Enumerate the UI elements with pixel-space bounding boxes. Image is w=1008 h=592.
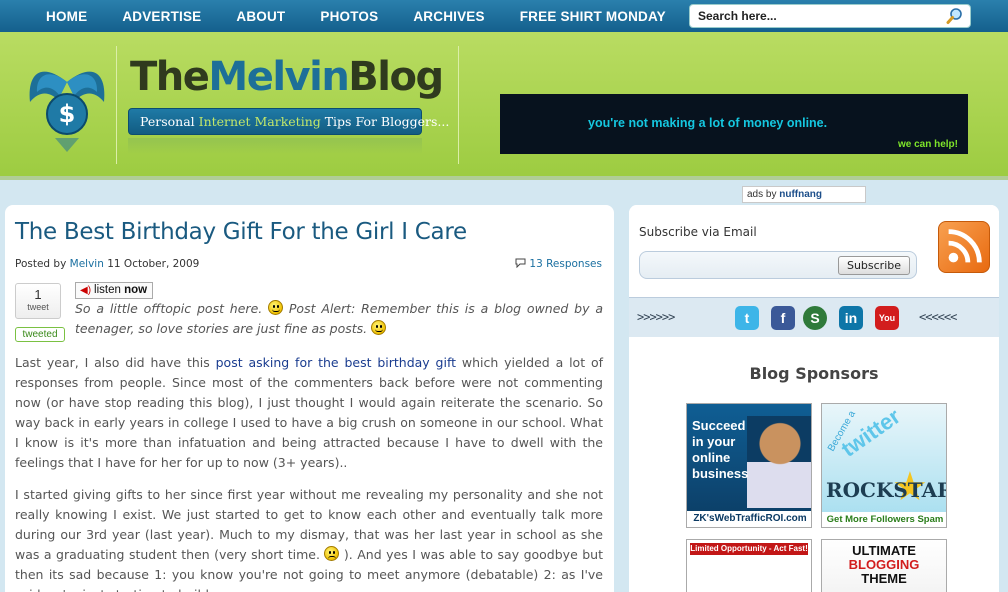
tagline-highlight: Internet Marketing <box>198 114 321 129</box>
post-paragraph: Last year, I also did have this post ask… <box>15 353 603 473</box>
facebook-icon[interactable]: f <box>771 306 795 330</box>
svg-text:$: $ <box>59 100 76 128</box>
ad4-line2: BLOGGING <box>848 557 920 572</box>
nav-about[interactable]: ABOUT <box>236 9 285 24</box>
subscribe-form: Subscribe <box>639 251 917 279</box>
site-header: $ TheMelvinBlog Personal Internet Market… <box>0 32 1008 180</box>
sponsor-ad-twitter-rockstar[interactable]: Become a twitter ★ ROCKSTAR Get More Fol… <box>821 403 947 528</box>
sponsor-ad-ultimate-blogging-theme[interactable]: ULTIMATE BLOGGING THEME <box>821 539 947 592</box>
ad1-text: Succeed in your online business <box>692 418 749 481</box>
nav-advertise[interactable]: ADVERTISE <box>122 9 201 24</box>
sponsor-ad-webtraffic[interactable]: Succeed in your online business ZK'sWebT… <box>686 403 812 528</box>
post-date: 11 October, 2009 <box>103 258 200 270</box>
stumbleupon-icon[interactable]: S <box>803 306 827 330</box>
dollar-wings-logo-icon[interactable]: $ <box>22 52 112 162</box>
tagline-post: Tips For Bloggers... <box>320 114 450 129</box>
tweet-counter[interactable]: 1 tweet <box>15 283 61 319</box>
tagline: Personal Internet Marketing Tips For Blo… <box>140 114 449 129</box>
tweeted-button[interactable]: tweeted <box>15 327 65 342</box>
blog-sponsors-section: Blog Sponsors Succeed in your online bus… <box>629 338 999 592</box>
nav-menu: HOME ADVERTISE ABOUT PHOTOS ARCHIVES FRE… <box>46 0 701 32</box>
p1-text-b: which yielded a lot of responses from pe… <box>15 355 603 470</box>
ad2-rockstar: ROCKSTAR <box>826 478 947 502</box>
post-paragraph: I started giving gifts to her since firs… <box>15 485 603 592</box>
header-shadow <box>0 176 1008 180</box>
subscribe-box: Subscribe via Email Subscribe <box>629 205 999 297</box>
banner-ad[interactable]: you're not making a lot of money online.… <box>500 94 968 154</box>
blog-title-the: The <box>130 54 210 100</box>
twitter-icon[interactable]: t <box>735 306 759 330</box>
ad2-bottom: Get More Followers Spam Free <box>822 512 946 527</box>
responses-link[interactable]: 13 Responses <box>515 258 602 270</box>
listen-label: listen <box>94 284 121 296</box>
listen-now-label: now <box>124 284 148 296</box>
arrows-left: >>>>>> <box>637 310 675 324</box>
sponsor-ad-limited-opportunity[interactable]: Limited Opportunity - Act Fast! <box>686 539 812 592</box>
post-meta: Posted by Melvin 11 October, 2009 <box>15 258 199 270</box>
ad4-line3: THEME <box>861 571 907 586</box>
tweet-label: tweet <box>27 302 49 312</box>
smile-emoticon-icon <box>268 300 284 315</box>
smile-emoticon-icon <box>371 320 387 335</box>
search-icon[interactable] <box>946 7 964 25</box>
post-card: The Best Birthday Gift For the Girl I Ca… <box>5 205 614 592</box>
responses-count: 13 Responses <box>529 258 602 270</box>
nav-home[interactable]: HOME <box>46 9 87 24</box>
ads-by-prefix: ads by <box>747 189 777 200</box>
tagline-box: Personal Internet Marketing Tips For Blo… <box>128 108 449 135</box>
header-divider <box>116 46 117 164</box>
top-nav-bar: HOME ADVERTISE ABOUT PHOTOS ARCHIVES FRE… <box>0 0 1008 32</box>
author-link[interactable]: Melvin <box>70 258 104 270</box>
comment-icon <box>515 258 526 268</box>
nuffnang-brand: nuffnang <box>779 189 823 200</box>
ad1-url: ZK'sWebTrafficROI.com <box>687 511 811 527</box>
linkedin-icon[interactable]: in <box>839 306 863 330</box>
nav-photos[interactable]: PHOTOS <box>320 9 378 24</box>
blog-title-blog: Blog <box>348 54 444 100</box>
sponsors-title: Blog Sponsors <box>749 364 879 383</box>
tagline-pre: Personal <box>140 114 199 129</box>
intro-text-a: So a little offtopic post here. <box>75 301 269 316</box>
ad3-bar: Limited Opportunity - Act Fast! <box>690 543 808 555</box>
sad-emoticon-icon <box>324 546 340 561</box>
rss-feed-icon[interactable] <box>938 221 990 273</box>
social-bar: >>>>>> t f S in You <<<<<< <box>629 297 999 337</box>
post-intro: So a little offtopic post here. Post Ale… <box>75 299 603 339</box>
sidebar: Subscribe via Email Subscribe >>>>>> t f… <box>629 205 999 592</box>
search-input[interactable] <box>698 9 938 23</box>
banner-main-text: you're not making a lot of money online. <box>588 116 828 130</box>
banner-sub-text: we can help! <box>897 139 958 150</box>
post-title[interactable]: The Best Birthday Gift For the Girl I Ca… <box>15 219 467 245</box>
listen-now-button[interactable]: ◀) listen now <box>75 282 153 299</box>
p1-text-a: Last year, I also did have this <box>15 355 216 370</box>
nav-archives[interactable]: ARCHIVES <box>413 9 484 24</box>
email-field[interactable] <box>644 256 834 274</box>
tweet-count: 1 <box>34 287 42 302</box>
tagline-reflection <box>128 138 422 154</box>
arrows-right: <<<<<< <box>919 310 957 324</box>
birthday-gift-post-link[interactable]: post asking for the best birthday gift <box>216 355 456 370</box>
header-divider <box>458 46 459 164</box>
speaker-icon: ◀) <box>80 285 92 296</box>
search-box <box>689 4 971 28</box>
blog-title-melvin: Melvin <box>208 54 349 100</box>
subscribe-title: Subscribe via Email <box>639 225 757 239</box>
blog-title[interactable]: TheMelvinBlog <box>130 54 444 100</box>
posted-by-label: Posted by <box>15 258 70 270</box>
ads-by-nuffnang[interactable]: ads by nuffnang <box>742 186 866 203</box>
youtube-icon[interactable]: You <box>875 306 899 330</box>
ad4-line1: ULTIMATE <box>852 543 916 558</box>
sponsor-photo <box>747 416 811 508</box>
nav-free-shirt-monday[interactable]: FREE SHIRT MONDAY <box>520 9 666 24</box>
subscribe-button[interactable]: Subscribe <box>838 256 910 275</box>
